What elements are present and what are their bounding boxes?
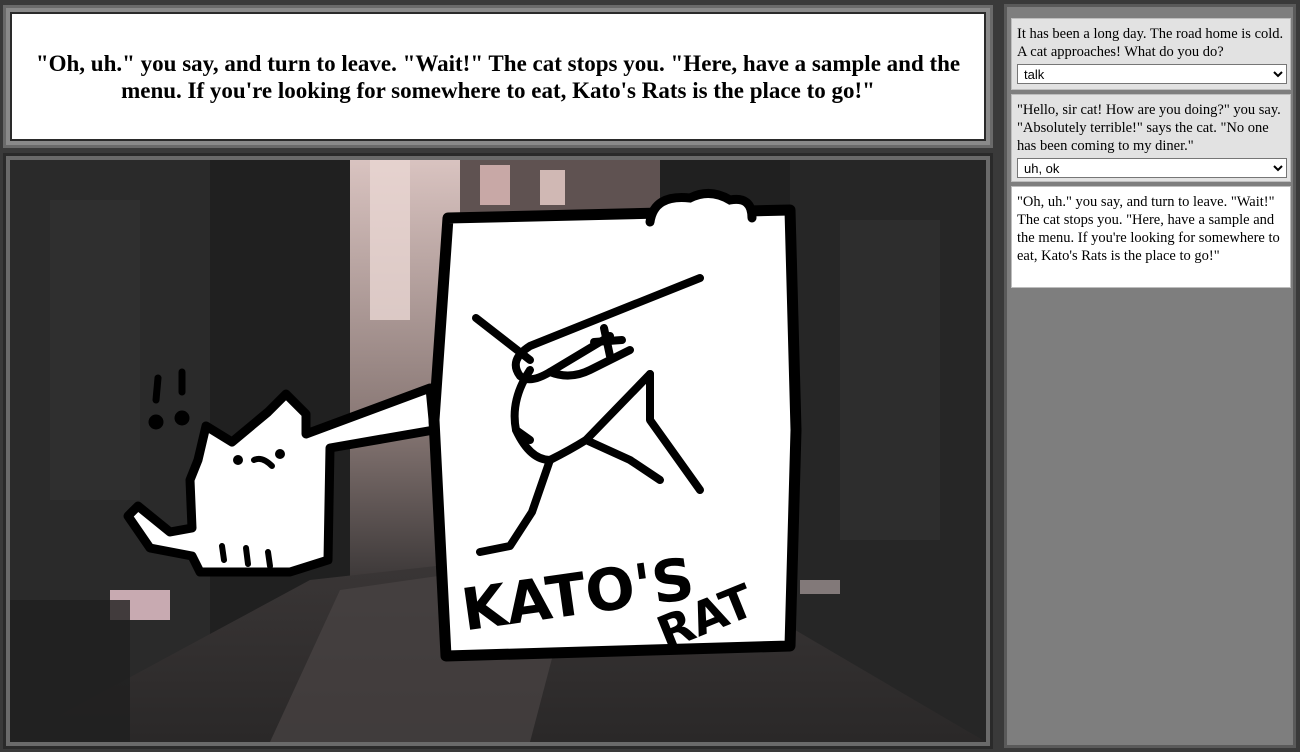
alley-light — [370, 160, 410, 320]
alley-scene: KATO'S RAT — [10, 160, 986, 742]
history-column: It has been a long day. The road home is… — [1000, 0, 1300, 752]
right-wall-shade — [840, 220, 940, 540]
alley-window — [540, 170, 565, 205]
history-entry-text: "Hello, sir cat! How are you doing?" you… — [1017, 102, 1281, 154]
narration-box: "Oh, uh." you say, and turn to leave. "W… — [10, 12, 986, 141]
scene-frame: KATO'S RAT — [3, 153, 993, 749]
history-entry: "Hello, sir cat! How are you doing?" you… — [1011, 94, 1291, 182]
alley-window — [480, 165, 510, 205]
kato-menu-sign: KATO'S RAT — [428, 189, 802, 662]
history-panel: It has been a long day. The road home is… — [1004, 4, 1296, 748]
narration-text: "Oh, uh." you say, and turn to leave. "W… — [35, 50, 961, 103]
history-entry-text: It has been a long day. The road home is… — [1017, 26, 1284, 60]
choice-select[interactable]: talk — [1017, 64, 1287, 84]
game-window: "Oh, uh." you say, and turn to leave. "W… — [0, 0, 1300, 752]
scene-illustration: KATO'S RAT — [10, 160, 986, 742]
ground-shadow — [10, 600, 130, 742]
left-wall-shade — [50, 200, 140, 500]
narration-frame: "Oh, uh." you say, and turn to leave. "W… — [3, 5, 993, 148]
history-entry-text: "Oh, uh." you say, and turn to leave. "W… — [1017, 194, 1280, 264]
history-entry-current: "Oh, uh." you say, and turn to leave. "W… — [1011, 186, 1291, 288]
history-entry: It has been a long day. The road home is… — [1011, 18, 1291, 90]
ground-debris — [800, 580, 840, 594]
choice-select[interactable]: uh, ok — [1017, 158, 1287, 178]
main-column: "Oh, uh." you say, and turn to leave. "W… — [0, 0, 998, 752]
